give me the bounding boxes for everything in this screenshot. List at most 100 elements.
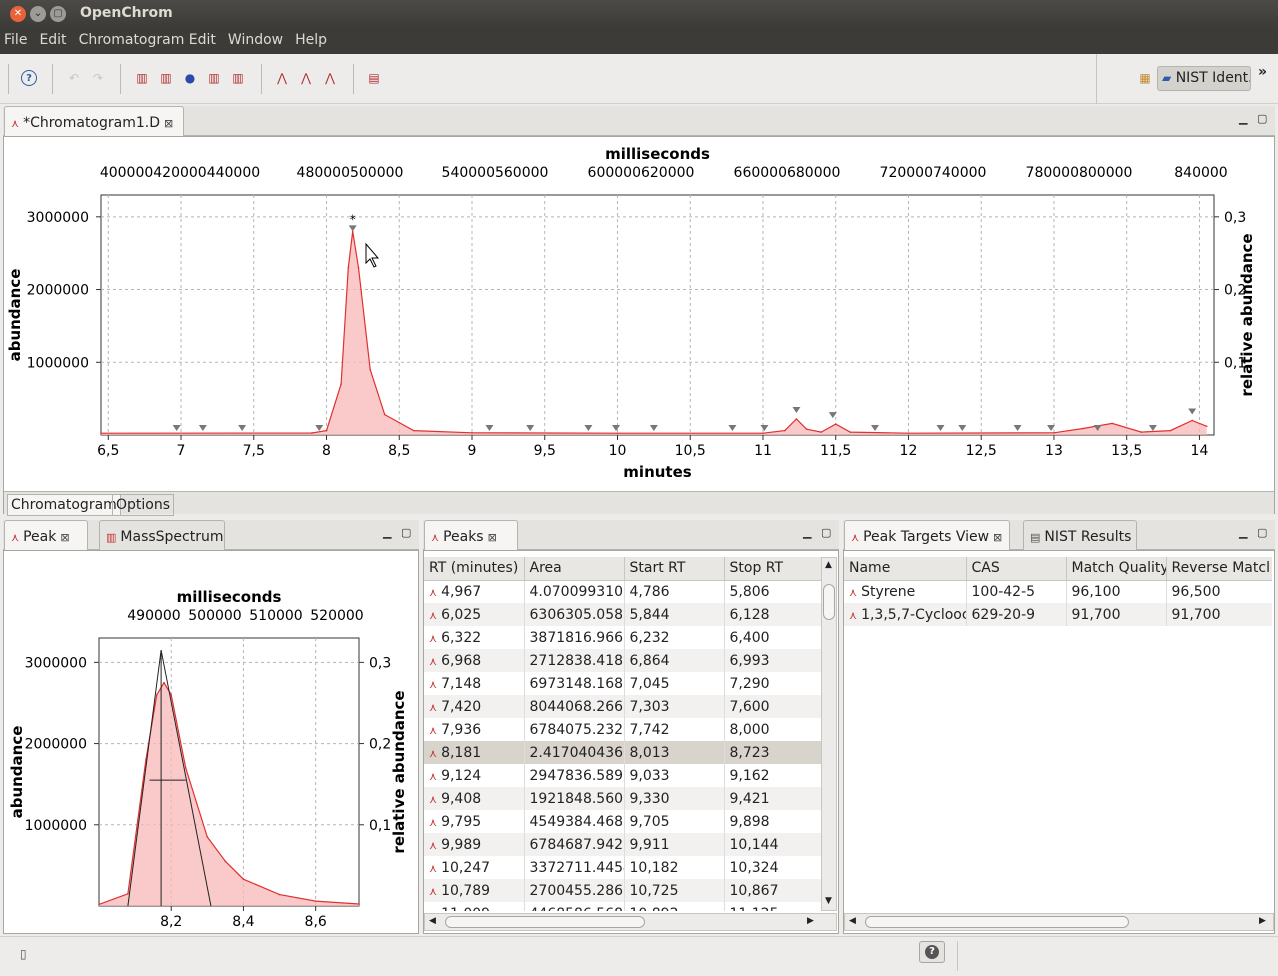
maximize-icon[interactable]: ▢ — [1257, 526, 1267, 539]
menu-chromatogram-edit[interactable]: Chromatogram Edit — [75, 28, 220, 48]
peak-icon: ⋏ — [429, 585, 438, 599]
close-tab-icon[interactable]: ⊠ — [488, 531, 497, 544]
perspective-nist-ident[interactable]: ▰ NIST Ident. — [1157, 66, 1251, 91]
scroll-left-icon[interactable]: ◀ — [849, 916, 856, 926]
table-row[interactable]: ⋏ 8,181 2.4170404360 8,013 8,723 — [424, 741, 821, 764]
y-tick-label: 3000000 — [25, 655, 87, 671]
table-row[interactable]: ⋏ 11,009 4468586.5682 10,892 11,125 — [424, 902, 821, 911]
menu-help[interactable]: Help — [291, 28, 331, 48]
cell-text: 7,148 — [441, 675, 482, 692]
chromatogram-bars-icon[interactable]: ▥ — [206, 70, 222, 86]
table-row[interactable]: ⋏ 9,124 2947836.5890 9,033 9,162 — [424, 764, 821, 787]
maximize-icon[interactable]: ▢ — [1257, 112, 1267, 125]
tab-chromatogram1[interactable]: ⋏ *Chromatogram1.D ⊠ — [4, 106, 184, 136]
table-row[interactable]: ⋏ 6,322 3871816.9662 6,232 6,400 — [424, 626, 821, 649]
column-header[interactable]: Reverse Matcl — [1166, 557, 1272, 581]
table-cell: 3871816.9662 — [524, 626, 625, 649]
column-header[interactable]: Match Quality — [1066, 557, 1167, 581]
peak-identify-icon[interactable]: ⋀ — [322, 70, 338, 86]
column-header[interactable]: Stop RT — [724, 557, 821, 581]
help-icon[interactable]: ? — [21, 70, 37, 86]
peak-integrate-icon[interactable]: ⋀ — [298, 70, 314, 86]
scroll-down-icon[interactable]: ▼ — [825, 896, 832, 906]
close-window-icon[interactable]: ✕ — [10, 6, 26, 22]
data-point — [98, 903, 100, 906]
table-row[interactable]: ⋏ 7,936 6784075.2320 7,742 8,000 — [424, 718, 821, 741]
table-row[interactable]: ⋏ 6,968 2712838.4189 6,864 6,993 — [424, 649, 821, 672]
scroll-thumb[interactable] — [823, 584, 835, 620]
minimize-icon[interactable]: ▁ — [383, 526, 391, 539]
cell-text: 6306305.0581 — [529, 606, 624, 623]
y-tick-label: 2000000 — [27, 283, 89, 299]
vertical-scrollbar[interactable]: ▲ ▼ — [821, 557, 837, 911]
table-row[interactable]: ⋏ 6,025 6306305.0581 5,844 6,128 — [424, 603, 821, 626]
table-row[interactable]: ⋏ 10,789 2700455.2861 10,725 10,867 — [424, 879, 821, 902]
table-row[interactable]: ⋏ 9,795 4549384.4688 9,705 9,898 — [424, 810, 821, 833]
data-point — [184, 767, 187, 769]
tab-peaks[interactable]: ⋏ Peaks ⊠ — [424, 520, 518, 550]
table-row[interactable]: ⋏ 4,967 4.0700993101 4,786 5,806 — [424, 580, 821, 603]
tab-peak[interactable]: ⋏ Peak ⊠ — [4, 520, 88, 550]
scroll-right-icon[interactable]: ▶ — [1259, 916, 1266, 926]
table-cell: ⋏ 9,408 — [424, 787, 525, 810]
peak-chart[interactable]: 8,2 8,4 8,6 3000000 2000000 1000000 0,3 0,2 0,1 4… — [4, 551, 418, 933]
report-icon[interactable]: ▤ — [366, 70, 382, 86]
peak-detect-icon[interactable]: ⋀ — [274, 70, 290, 86]
x-tick-label: 8,6 — [305, 914, 327, 930]
table-row[interactable]: ⋏ 9,989 6784687.9426 9,911 10,144 — [424, 833, 821, 856]
scroll-left-icon[interactable]: ◀ — [429, 916, 436, 926]
close-tab-icon[interactable]: ⊠ — [164, 117, 173, 130]
redo-icon[interactable]: ↷ — [90, 70, 106, 86]
table-row[interactable]: ⋏ 7,420 8044068.2663 7,303 7,600 — [424, 695, 821, 718]
undo-icon[interactable]: ↶ — [66, 70, 82, 86]
chromatogram-delete-icon[interactable]: ▥ — [158, 70, 174, 86]
tab-chromatogram[interactable]: Chromatogram — [7, 494, 121, 516]
column-header[interactable]: RT (minutes) — [424, 557, 525, 581]
chromatogram-remove-icon[interactable]: ▥ — [230, 70, 246, 86]
tab-nist-results[interactable]: ▤ NIST Results — [1023, 520, 1137, 550]
help-button[interactable]: ? — [919, 941, 945, 963]
table-row[interactable]: ⋏ 1,3,5,7-Cyclooc 629-20-9 91,700 91,700 — [844, 603, 1272, 626]
close-tab-icon[interactable]: ⊠ — [993, 531, 1002, 544]
chevron-more-icon[interactable]: » — [1258, 64, 1267, 80]
horizontal-scrollbar[interactable]: ◀ ▶ — [424, 913, 837, 931]
tab-massspectrum[interactable]: ▥ MassSpectrum — [99, 520, 225, 550]
main-chromatogram-chart[interactable]: 6,5 7 7,5 8 8,5 9 9,5 10 10,5 11 11,5 12 12,5 13 13,5 1… — [4, 137, 1274, 489]
globe-icon[interactable]: ● — [182, 70, 198, 86]
column-header[interactable]: CAS — [966, 557, 1067, 581]
maximize-window-icon[interactable]: ▢ — [50, 6, 66, 22]
scroll-thumb[interactable] — [445, 916, 645, 928]
table-row[interactable]: ⋏ 9,408 1921848.5600 9,330 9,421 — [424, 787, 821, 810]
table-row[interactable]: ⋏ 10,247 3372711.4454 10,182 10,324 — [424, 856, 821, 879]
maximize-icon[interactable]: ▢ — [401, 526, 411, 539]
peak-icon: ⋏ — [849, 608, 858, 622]
scroll-up-icon[interactable]: ▲ — [825, 560, 832, 570]
table-cell: 6,400 — [724, 626, 821, 649]
open-perspective-icon[interactable]: ▦ — [1137, 70, 1153, 86]
scroll-thumb[interactable] — [865, 916, 1129, 928]
cell-text: 8,013 — [629, 744, 670, 761]
tab-peak-targets-view[interactable]: ⋏ Peak Targets View ⊠ — [844, 520, 1010, 550]
chromatogram-icon[interactable]: ▥ — [134, 70, 150, 86]
y-tick-label: 1000000 — [25, 818, 87, 834]
menu-window[interactable]: Window — [224, 28, 287, 48]
table-row[interactable]: ⋏ 7,148 6973148.1680 7,045 7,290 — [424, 672, 821, 695]
scroll-right-icon[interactable]: ▶ — [807, 916, 814, 926]
maximize-icon[interactable]: ▢ — [821, 526, 831, 539]
column-header[interactable]: Start RT — [624, 557, 725, 581]
minimize-icon[interactable]: ▁ — [803, 526, 811, 539]
menu-file[interactable]: File — [0, 28, 31, 48]
minimize-window-icon[interactable]: ⌄ — [30, 6, 46, 22]
table-cell: ⋏ Styrene — [844, 580, 967, 603]
fast-view-icon[interactable]: ▯ — [20, 947, 27, 961]
table-cell: 6,128 — [724, 603, 821, 626]
minimize-icon[interactable]: ▁ — [1239, 112, 1247, 125]
horizontal-scrollbar[interactable]: ◀ ▶ — [844, 913, 1274, 931]
minimize-icon[interactable]: ▁ — [1239, 526, 1247, 539]
menu-edit[interactable]: Edit — [35, 28, 70, 48]
column-header[interactable]: Area — [524, 557, 625, 581]
table-row[interactable]: ⋏ Styrene 100-42-5 96,100 96,500 — [844, 580, 1272, 603]
column-header[interactable]: Name — [844, 557, 967, 581]
close-tab-icon[interactable]: ⊠ — [60, 531, 69, 544]
tab-options[interactable]: Options — [112, 494, 175, 516]
